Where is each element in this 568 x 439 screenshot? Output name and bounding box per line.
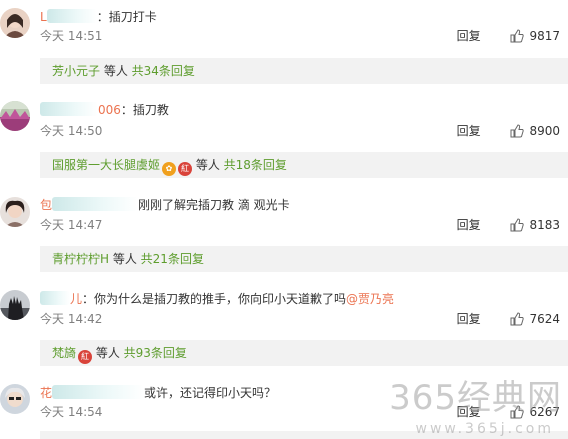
reply-button[interactable]: 回复: [457, 312, 481, 326]
thumbs-up-icon: [510, 29, 525, 43]
avatar[interactable]: [0, 384, 30, 414]
comment-text: ：插刀打卡: [96, 10, 157, 24]
avatar[interactable]: [0, 290, 30, 320]
sub-reply-count[interactable]: 共34条回复: [132, 64, 195, 78]
comment-text: 或许，还记得印小天吗？: [144, 386, 277, 400]
thumbs-up-icon: [510, 312, 525, 326]
sub-reply-user[interactable]: 芳小元子: [52, 64, 100, 78]
sub-reply-user[interactable]: 梵旖: [52, 346, 76, 360]
reply-button[interactable]: 回复: [457, 218, 481, 232]
sub-reply-user[interactable]: 国服第一大长腿虞姬: [52, 158, 160, 172]
comment-item: 包刚刚了解完插刀教 滴 观光卡 今天 14:47 回复 8183 青柠柠柠H 等…: [0, 188, 568, 276]
like-button[interactable]: 8900: [510, 124, 560, 138]
thumbs-up-icon: [510, 218, 525, 232]
comment-text: 刚刚了解完插刀教 滴 观光卡: [138, 198, 290, 212]
red-badge-icon: 紅: [78, 350, 93, 364]
red-badge-icon: 紅: [178, 162, 193, 176]
comment-item: L ：插刀打卡 今天 14:51 回复 9817 芳小元子 等人 共34条回复: [0, 0, 568, 88]
sub-reply-count[interactable]: 共21条回复: [141, 252, 204, 266]
watermark: 365经典网: [389, 378, 562, 418]
mention-link[interactable]: @贾乃亮: [346, 292, 394, 306]
emoji-icon: ✿: [162, 162, 177, 176]
comment-item: 006：插刀教 今天 14:50 回复 8900 国服第一大长腿虞姬 ✿ 紅 等人 …: [0, 92, 568, 180]
username[interactable]: 儿: [40, 291, 82, 306]
username[interactable]: L: [40, 9, 97, 24]
timestamp: 今天 14:42: [40, 312, 103, 326]
like-count: 9817: [529, 29, 560, 43]
avatar[interactable]: [0, 197, 30, 227]
like-button[interactable]: 8183: [510, 218, 560, 232]
comment-text: ：插刀教: [120, 103, 169, 117]
sub-replies-bar[interactable]: 青柠柠柠H 等人 共21条回复: [40, 246, 568, 272]
username[interactable]: 包: [40, 197, 139, 212]
like-count: 8900: [529, 124, 560, 138]
timestamp: 今天 14:50: [40, 124, 103, 138]
avatar[interactable]: [0, 8, 30, 38]
timestamp: 今天 14:51: [40, 29, 103, 43]
timestamp: 今天 14:54: [40, 405, 103, 419]
reply-button[interactable]: 回复: [457, 124, 481, 138]
watermark-url: www.365j.com: [415, 421, 554, 437]
like-button[interactable]: 7624: [510, 312, 560, 326]
like-count: 7624: [529, 312, 560, 326]
like-button[interactable]: 9817: [510, 29, 560, 43]
comment-text: ：你为什么是插刀教的推手，你向印小天道歉了吗: [82, 292, 347, 306]
reply-button[interactable]: 回复: [457, 29, 481, 43]
timestamp: 今天 14:47: [40, 218, 103, 232]
sub-replies-bar[interactable]: 梵旖紅 等人 共93条回复: [40, 340, 568, 366]
like-count: 8183: [529, 218, 560, 232]
sub-replies-bar[interactable]: 芳小元子 等人 共34条回复: [40, 58, 568, 84]
thumbs-up-icon: [510, 124, 525, 138]
avatar[interactable]: [0, 101, 30, 131]
sub-reply-count[interactable]: 共93条回复: [124, 346, 187, 360]
sub-reply-user[interactable]: 青柠柠柠H: [52, 252, 109, 266]
comment-item: 儿：你为什么是插刀教的推手，你向印小天道歉了吗@贾乃亮 今天 14:42 回复 …: [0, 282, 568, 370]
sub-reply-count[interactable]: 共18条回复: [224, 158, 287, 172]
username[interactable]: 006: [40, 102, 121, 117]
sub-replies-bar[interactable]: 国服第一大长腿虞姬 ✿ 紅 等人 共18条回复: [40, 152, 568, 178]
username[interactable]: 花: [40, 385, 145, 400]
